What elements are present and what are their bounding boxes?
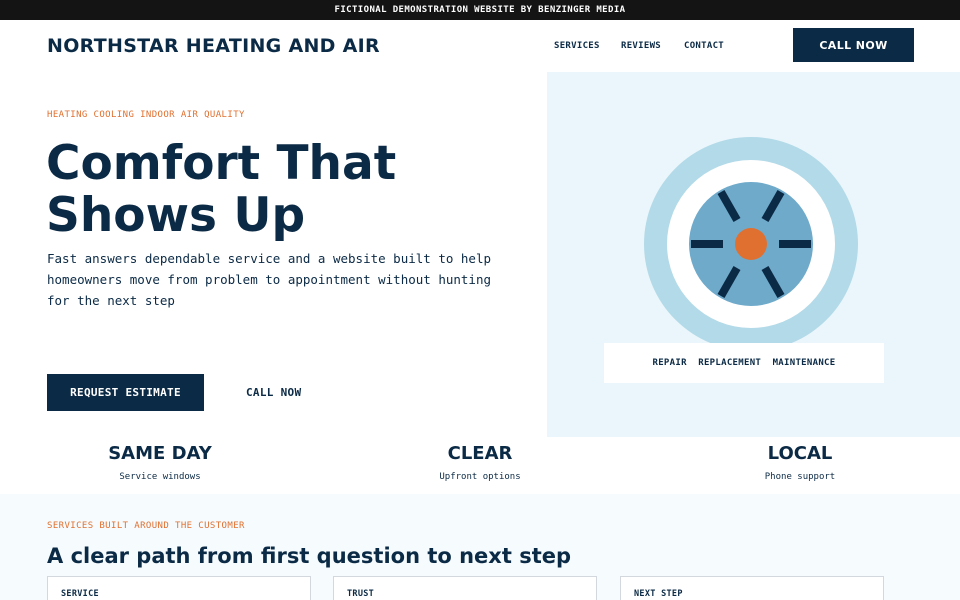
brand-logo[interactable]: NORTHSTAR HEATING AND AIR xyxy=(47,35,380,57)
service-card-label: SERVICE xyxy=(61,589,99,599)
hero-call-now-link[interactable]: CALL NOW xyxy=(246,386,301,399)
services-eyebrow: SERVICES BUILT AROUND THE CUSTOMER xyxy=(47,521,245,531)
next-step-card-label: NEXT STEP xyxy=(634,589,683,599)
stat-subtitle: Phone support xyxy=(764,472,836,482)
stat-local: LOCAL Phone support xyxy=(680,443,920,482)
stat-clear: CLEAR Upfront options xyxy=(360,443,600,482)
nav-contact[interactable]: CONTACT xyxy=(684,41,724,51)
service-card[interactable]: SERVICE xyxy=(47,576,311,600)
next-step-card[interactable]: NEXT STEP xyxy=(620,576,884,600)
top-banner: FICTIONAL DEMONSTRATION WEBSITE BY BENZI… xyxy=(0,0,960,20)
stat-subtitle: Upfront options xyxy=(439,472,521,482)
services-section: SERVICES BUILT AROUND THE CUSTOMER A cle… xyxy=(0,494,960,600)
nav-services[interactable]: SERVICES xyxy=(554,41,600,51)
hero-illustration-panel: REPAIR REPLACEMENT MAINTENANCE xyxy=(547,72,960,437)
stat-title: SAME DAY xyxy=(108,443,212,464)
stat-title: CLEAR xyxy=(447,443,513,464)
hvac-fan-icon xyxy=(644,137,858,351)
hero-title: Comfort That Shows Up xyxy=(46,136,397,243)
hero-description: Fast answers dependable service and a we… xyxy=(47,251,492,308)
site-header: NORTHSTAR HEATING AND AIR SERVICES REVIE… xyxy=(0,20,960,72)
trust-card-label: TRUST xyxy=(347,589,375,599)
trust-card[interactable]: TRUST xyxy=(333,576,597,600)
stat-same-day: SAME DAY Service windows xyxy=(40,443,280,482)
service-types-card: REPAIR REPLACEMENT MAINTENANCE xyxy=(604,343,884,383)
header-call-now-button[interactable]: CALL NOW xyxy=(793,28,914,62)
request-estimate-button[interactable]: REQUEST ESTIMATE xyxy=(47,374,204,411)
stat-title: LOCAL xyxy=(767,443,833,464)
nav-reviews[interactable]: REVIEWS xyxy=(621,41,661,51)
top-banner-text: FICTIONAL DEMONSTRATION WEBSITE BY BENZI… xyxy=(334,5,626,15)
service-types-label: REPAIR REPLACEMENT MAINTENANCE xyxy=(652,358,836,368)
services-title: A clear path from first question to next… xyxy=(47,544,572,568)
stat-subtitle: Service windows xyxy=(119,472,201,482)
hero-eyebrow: HEATING COOLING INDOOR AIR QUALITY xyxy=(47,110,245,120)
